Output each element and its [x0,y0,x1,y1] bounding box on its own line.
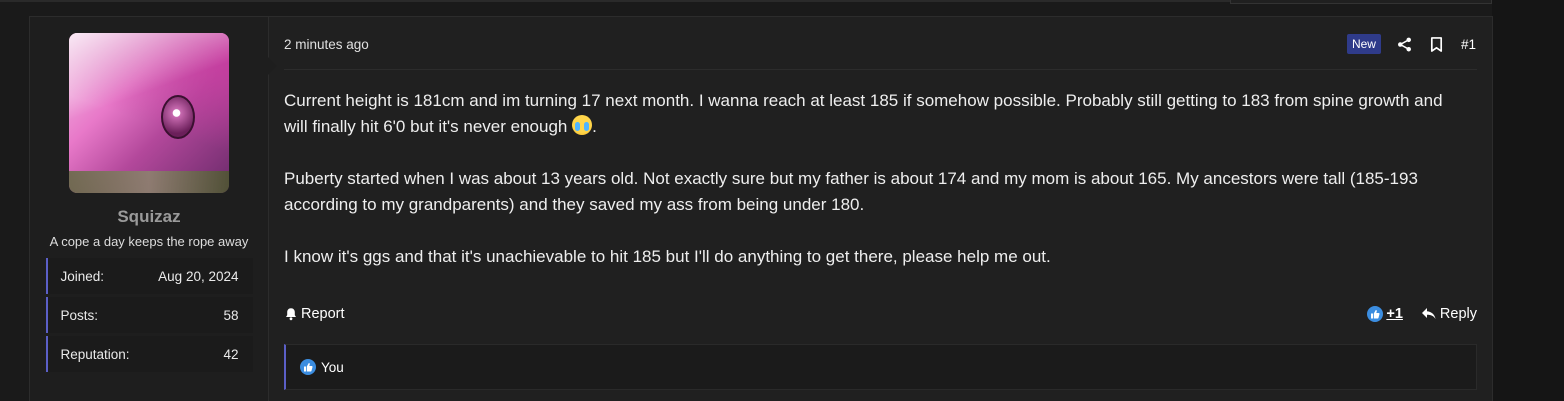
reply-button[interactable]: Reply [1421,306,1477,322]
post-right-actions: +1 Reply [1367,306,1477,322]
paragraph-text: Current height is 181cm and im turning 1… [284,91,1443,136]
paragraph-suffix: . [592,117,597,136]
like-count[interactable]: +1 [1386,306,1403,322]
post-timestamp[interactable]: 2 minutes ago [284,37,369,52]
share-icon[interactable] [1397,36,1413,52]
reactions-bar[interactable]: You [284,344,1477,390]
avatar[interactable] [69,33,229,193]
forum-post: Squizaz A cope a day keeps the rope away… [29,16,1493,401]
stat-joined: Joined: Aug 20, 2024 [45,258,253,294]
post-actions: Report +1 Reply [284,302,1477,326]
stat-value: 58 [223,307,239,323]
page-gutter [1492,0,1564,401]
report-button[interactable]: Report [284,306,345,322]
post-main: 2 minutes ago New #1 Current height is 1… [269,17,1492,401]
post-header: 2 minutes ago New #1 [284,17,1477,70]
thumbs-up-icon [1367,306,1384,322]
like-summary[interactable]: +1 [1367,306,1403,322]
bookmark-icon[interactable] [1429,36,1445,52]
user-stats: Joined: Aug 20, 2024 Posts: 58 Reputatio… [45,258,253,375]
post-paragraph: Current height is 181cm and im turning 1… [284,88,1464,140]
post-number-link[interactable]: #1 [1461,37,1476,52]
post-paragraph: I know it's ggs and that it's unachievab… [284,247,1051,266]
post-header-actions: New #1 [1346,34,1477,54]
thumbs-up-icon [300,359,316,375]
stat-label: Joined: [60,268,105,284]
bell-icon [286,308,296,321]
stat-value: Aug 20, 2024 [158,268,239,284]
stat-reputation: Reputation: 42 [45,336,253,372]
reactions-label: You [321,359,344,375]
reply-arrow-icon [1421,308,1436,319]
user-title: A cope a day keeps the rope away [49,234,249,249]
post-body: Current height is 181cm and im turning 1… [284,70,1464,270]
top-tab-stub [1230,0,1492,4]
new-badge: New [1346,34,1381,54]
post-paragraph: Puberty started when I was about 13 year… [284,169,1418,214]
user-info-panel: Squizaz A cope a day keeps the rope away… [30,17,277,401]
stat-posts: Posts: 58 [45,297,253,333]
crying-laughing-emoji-icon [572,115,593,135]
avatar-hair [69,33,229,193]
stat-label: Posts: [60,307,99,323]
report-label: Report [301,306,345,322]
avatar-ribbon [69,171,229,193]
stat-label: Reputation: [60,346,130,362]
reply-label: Reply [1439,306,1477,322]
stat-value: 42 [223,346,239,362]
username[interactable]: Squizaz [117,207,180,227]
avatar-eye [161,95,195,139]
